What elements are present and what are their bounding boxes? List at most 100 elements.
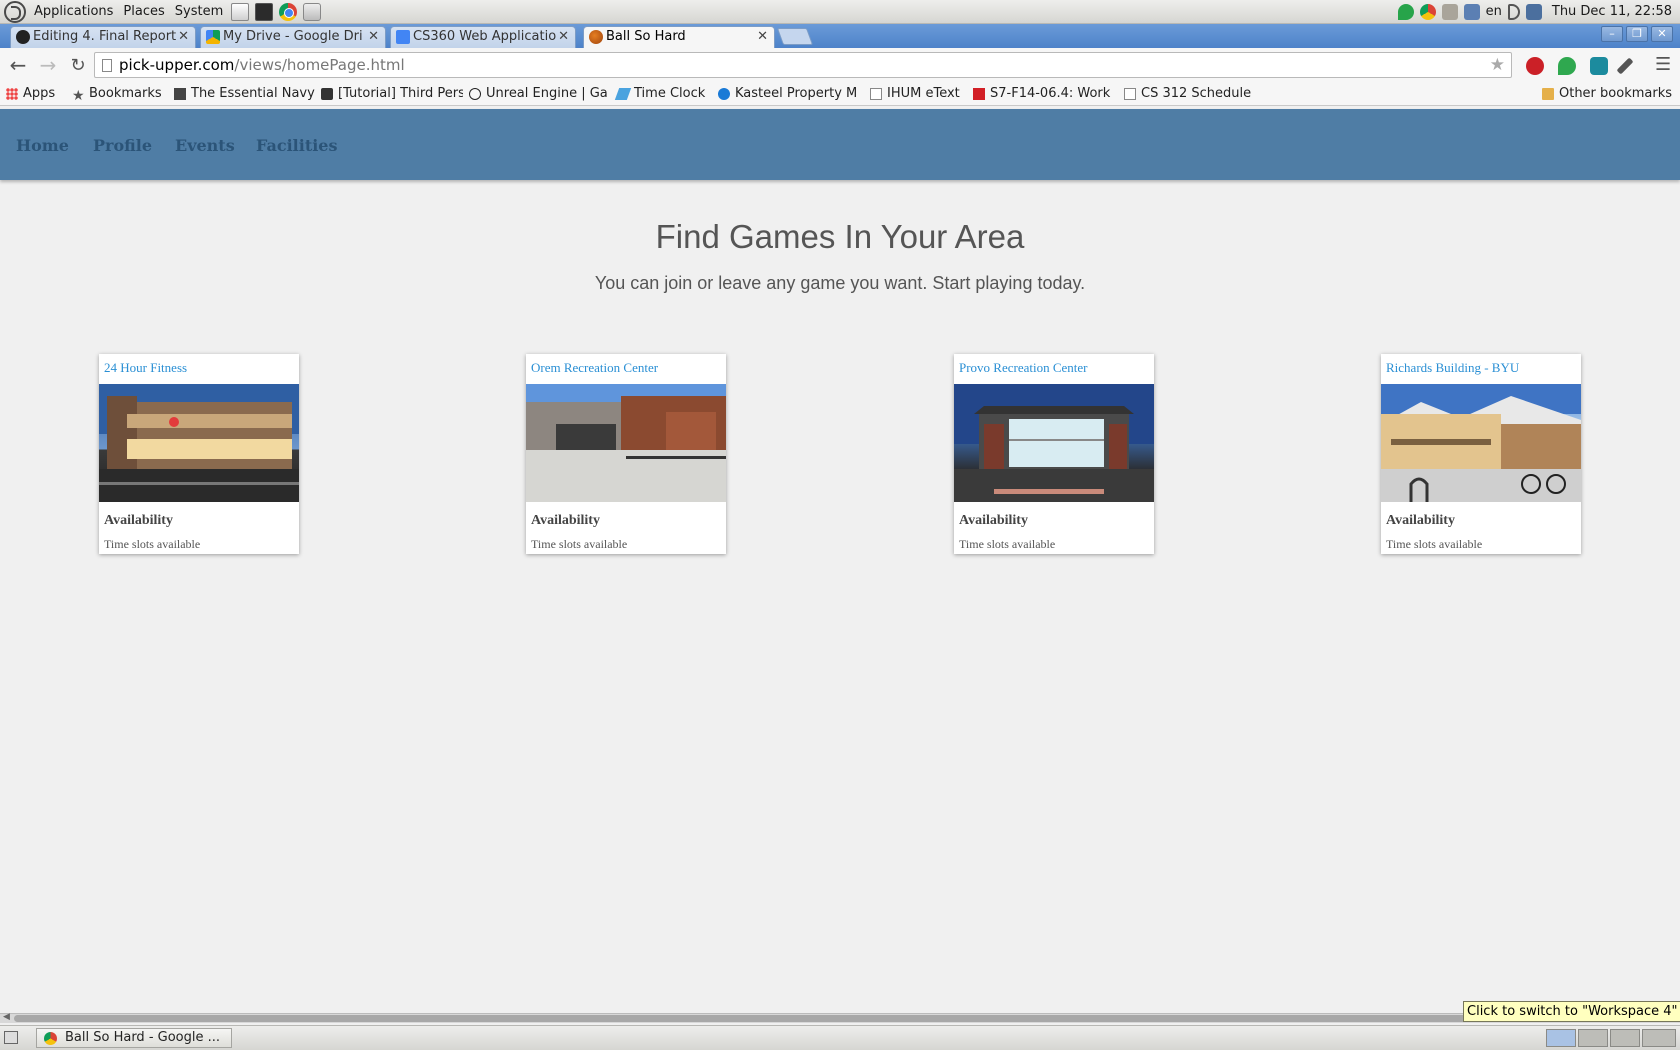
chrome-launcher-icon[interactable] bbox=[279, 2, 298, 21]
minimize-button[interactable]: – bbox=[1601, 26, 1623, 42]
bookmark-label: [Tutorial] Third Pers bbox=[338, 86, 463, 101]
show-desktop-icon[interactable] bbox=[4, 1031, 18, 1044]
tab-title: Editing 4. Final Report bbox=[33, 29, 177, 44]
bookmark-essential-navy[interactable]: The Essential Navy bbox=[168, 86, 315, 101]
workspace-4[interactable] bbox=[1642, 1029, 1676, 1047]
bookmark-s7-f14-work[interactable]: S7-F14-06.4: Work bbox=[967, 86, 1118, 101]
bookmark-bookmarks[interactable]: ★ Bookmarks bbox=[66, 86, 168, 101]
bookmark-label: Bookmarks bbox=[89, 86, 162, 101]
tab-title: Ball So Hard bbox=[606, 29, 686, 44]
availability-value: Time slots available bbox=[104, 537, 201, 551]
facility-name-link[interactable]: Orem Recreation Center bbox=[531, 360, 658, 376]
bookmark-cs312-schedule[interactable]: CS 312 Schedule bbox=[1118, 86, 1258, 101]
scrollbar-thumb[interactable] bbox=[14, 1015, 1668, 1022]
tab-ball-so-hard[interactable]: Ball So Hard ✕ bbox=[583, 26, 775, 49]
browser-tab-strip: Editing 4. Final Report ✕ My Drive - Goo… bbox=[0, 24, 1680, 49]
availability-label: Availability bbox=[531, 513, 600, 528]
facility-photo[interactable] bbox=[526, 384, 726, 502]
back-arrow-icon[interactable]: ← bbox=[3, 53, 33, 77]
chrome-tray-icon[interactable] bbox=[1419, 3, 1436, 20]
gnome-bottom-panel: Ball So Hard - Google ... bbox=[0, 1025, 1680, 1050]
facility-photo[interactable] bbox=[1381, 384, 1581, 502]
nav-events-link[interactable]: Events bbox=[175, 136, 235, 155]
reload-icon[interactable]: ↻ bbox=[63, 55, 93, 76]
bookmark-label: Time Clock bbox=[634, 86, 706, 101]
bookmark-page-icon bbox=[174, 87, 186, 100]
panel-clock[interactable]: Thu Dec 11, 22:58 bbox=[1548, 4, 1672, 19]
window-close-button[interactable]: ✕ bbox=[1651, 26, 1673, 42]
places-menu[interactable]: Places bbox=[118, 0, 169, 24]
tab-title: CS360 Web Applicatio bbox=[413, 29, 557, 44]
nav-home-link[interactable]: Home bbox=[16, 136, 69, 155]
text-editor-launcher-icon[interactable] bbox=[231, 2, 250, 21]
close-icon[interactable]: ✕ bbox=[368, 27, 379, 47]
address-bar[interactable]: pick-upper.com/views/homePage.html ★ bbox=[94, 52, 1512, 78]
restore-button[interactable]: ❐ bbox=[1626, 26, 1648, 42]
facility-card-orem-recreation-center[interactable]: Orem Recreation Center Availability Time… bbox=[526, 354, 726, 554]
tab-cs360[interactable]: CS360 Web Applicatio ✕ bbox=[390, 26, 576, 48]
bookmark-kasteel-property[interactable]: Kasteel Property M bbox=[712, 86, 864, 101]
bookmark-unreal-engine[interactable]: Unreal Engine | Ga bbox=[463, 86, 611, 101]
bookmark-label: Kasteel Property M bbox=[735, 86, 858, 101]
url-path: /views/homePage.html bbox=[234, 56, 405, 74]
availability-label: Availability bbox=[104, 513, 173, 528]
scroll-left-arrow-icon[interactable]: ◀ bbox=[3, 1012, 10, 1022]
bookmark-ihum-etext[interactable]: IHUM eText bbox=[864, 86, 967, 101]
bookmark-tutorial-third-person[interactable]: [Tutorial] Third Pers bbox=[315, 86, 463, 101]
evernote-tray-icon[interactable] bbox=[1397, 3, 1414, 20]
page-icon bbox=[102, 59, 112, 72]
web-extension-icon[interactable] bbox=[1590, 57, 1608, 75]
facility-photo[interactable] bbox=[99, 384, 299, 502]
facility-name-link[interactable]: Provo Recreation Center bbox=[959, 360, 1088, 376]
facility-card-richards-building-byu[interactable]: Richards Building - BYU Availability Tim… bbox=[1381, 354, 1581, 554]
facility-name-link[interactable]: Richards Building - BYU bbox=[1386, 360, 1519, 376]
close-icon[interactable]: ✕ bbox=[178, 27, 189, 47]
kasteel-icon bbox=[718, 87, 730, 100]
tab-editing-final-report[interactable]: Editing 4. Final Report ✕ bbox=[10, 26, 196, 48]
basketball-icon bbox=[589, 30, 603, 44]
facility-card-24-hour-fitness[interactable]: 24 Hour Fitness Availability Time slots … bbox=[99, 354, 299, 554]
update-tray-icon[interactable] bbox=[1463, 3, 1480, 20]
applications-menu[interactable]: Applications bbox=[29, 0, 118, 24]
network-icon[interactable] bbox=[1525, 3, 1542, 20]
tab-my-drive[interactable]: My Drive - Google Dri ✕ bbox=[200, 26, 386, 48]
facility-name-link[interactable]: 24 Hour Fitness bbox=[104, 360, 187, 376]
clipboard-tray-icon[interactable] bbox=[1441, 3, 1458, 20]
facility-photo[interactable] bbox=[954, 384, 1154, 502]
workspace-2[interactable] bbox=[1578, 1029, 1608, 1047]
system-menu[interactable]: System bbox=[170, 0, 228, 24]
facility-card-provo-recreation-center[interactable]: Provo Recreation Center Availability Tim… bbox=[954, 354, 1154, 554]
other-bookmarks-folder[interactable]: Other bookmarks bbox=[1536, 86, 1680, 101]
workspace-3[interactable] bbox=[1610, 1029, 1640, 1047]
availability-label: Availability bbox=[959, 513, 1028, 528]
unreal-engine-icon bbox=[469, 87, 481, 100]
star-icon: ★ bbox=[72, 87, 85, 102]
workspace-1[interactable] bbox=[1546, 1029, 1576, 1047]
page-icon bbox=[870, 87, 882, 100]
bookmarks-bar: Apps ★ Bookmarks The Essential Navy [Tuto… bbox=[0, 82, 1680, 106]
nav-profile-link[interactable]: Profile bbox=[93, 136, 152, 155]
gnome-top-panel: Applications Places System en Thu Dec 11… bbox=[0, 0, 1680, 24]
evernote-extension-icon[interactable] bbox=[1558, 57, 1576, 75]
close-icon[interactable]: ✕ bbox=[757, 27, 768, 47]
removable-drive-icon[interactable] bbox=[303, 2, 322, 21]
volume-icon[interactable] bbox=[1507, 3, 1520, 20]
taskbar-window-button[interactable]: Ball So Hard - Google ... bbox=[36, 1028, 232, 1048]
close-icon[interactable]: ✕ bbox=[558, 27, 569, 47]
keyboard-layout-indicator[interactable]: en bbox=[1486, 4, 1502, 19]
horizontal-scrollbar[interactable]: ◀ bbox=[0, 1012, 1680, 1023]
distro-logo-icon[interactable] bbox=[4, 0, 26, 23]
site-navbar: Home Profile Events Facilities bbox=[0, 109, 1680, 180]
google-drive-icon bbox=[206, 30, 220, 44]
terminal-launcher-icon[interactable] bbox=[255, 2, 274, 21]
pinterest-extension-icon[interactable] bbox=[1526, 57, 1544, 75]
chrome-menu-icon[interactable]: ☰ bbox=[1655, 56, 1673, 75]
bookmark-apps[interactable]: Apps bbox=[0, 86, 66, 101]
bookmark-star-icon[interactable]: ★ bbox=[1490, 53, 1505, 77]
folder-icon bbox=[1541, 87, 1554, 100]
bookmark-time-clock[interactable]: Time Clock bbox=[611, 86, 712, 101]
nav-facilities-link[interactable]: Facilities bbox=[256, 136, 337, 155]
bookmark-label: The Essential Navy bbox=[191, 86, 315, 101]
forward-arrow-icon[interactable]: → bbox=[33, 53, 63, 77]
new-tab-button[interactable] bbox=[776, 28, 814, 45]
